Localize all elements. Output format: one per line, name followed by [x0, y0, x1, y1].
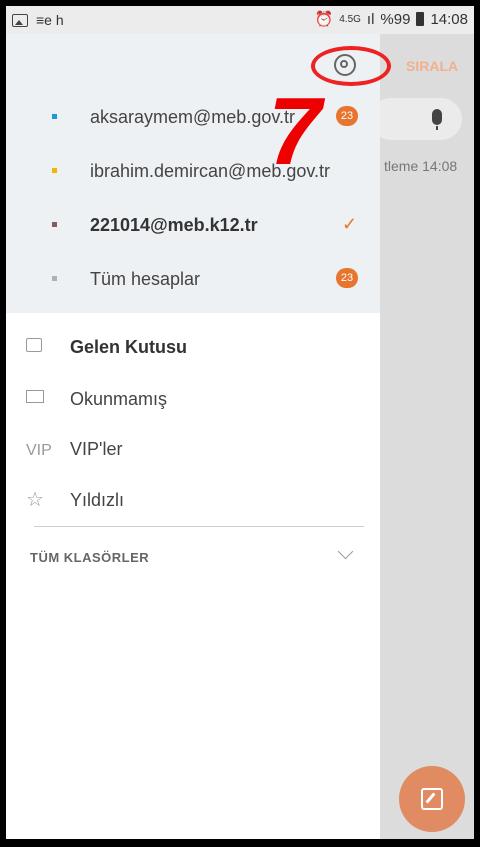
- accounts-section: 7 aksaraymem@meb.gov.tr 23 ibrahim.demir…: [6, 34, 391, 313]
- account-label: 221014@meb.k12.tr: [90, 215, 258, 235]
- folder-label: VIP'ler: [70, 439, 123, 459]
- signal-icon: ıl: [366, 10, 375, 28]
- background-mail-list: SIRALA tleme 14:08: [370, 34, 474, 839]
- unread-badge: 23: [336, 268, 358, 288]
- search-bar[interactable]: [370, 98, 462, 140]
- annotation-circle: [311, 46, 391, 86]
- chevron-down-icon[interactable]: [337, 543, 354, 560]
- inbox-icon: [26, 338, 42, 352]
- folder-label: Yıldızlı: [70, 490, 125, 510]
- folder-inbox[interactable]: Gelen Kutusu: [6, 326, 380, 370]
- all-folders-header[interactable]: TÜM KLASÖRLER: [30, 550, 149, 565]
- account-item-ibrahim[interactable]: ibrahim.demircan@meb.gov.tr: [6, 150, 380, 194]
- image-notification-icon: [12, 13, 28, 27]
- account-color-dot: [52, 168, 57, 173]
- account-label: aksaraymem@meb.gov.tr: [90, 107, 295, 127]
- unread-badge: 23: [336, 106, 358, 126]
- folder-label: Gelen Kutusu: [70, 337, 188, 357]
- account-item-all[interactable]: Tüm hesaplar 23: [6, 258, 380, 302]
- status-bar: ≡e h ⏰ 4.5G ıl %99 14:08: [6, 6, 474, 34]
- account-label: ibrahim.demircan@meb.gov.tr: [90, 161, 331, 181]
- battery-icon: [416, 12, 425, 26]
- folder-vip[interactable]: VIP VIP'ler: [6, 428, 380, 472]
- folder-unread[interactable]: Okunmamış: [6, 378, 380, 422]
- star-icon: ☆: [26, 489, 44, 511]
- phone-frame: ≡e h ⏰ 4.5G ıl %99 14:08 SIRALA tleme 14…: [0, 0, 480, 847]
- account-item-221014[interactable]: 221014@meb.k12.tr ✓: [6, 204, 380, 248]
- mail-icon: [26, 390, 44, 403]
- check-icon: ✓: [342, 214, 358, 234]
- compose-button[interactable]: [399, 766, 465, 832]
- microphone-icon[interactable]: [432, 109, 442, 130]
- battery-level: %99: [380, 10, 411, 28]
- sort-button[interactable]: SIRALA: [406, 58, 458, 74]
- alarm-icon: ⏰: [314, 11, 334, 28]
- account-color-dot: [52, 276, 57, 281]
- clock: 14:08: [430, 10, 468, 28]
- compose-icon: [421, 788, 443, 810]
- navigation-drawer: 7 aksaraymem@meb.gov.tr 23 ibrahim.demir…: [6, 34, 391, 839]
- account-label: Tüm hesaplar: [90, 269, 201, 289]
- network-label: 4.5G: [339, 13, 361, 25]
- folder-label: Okunmamış: [70, 389, 168, 409]
- divider: [34, 526, 364, 527]
- account-color-dot: [52, 114, 57, 119]
- account-item-aksaraymem[interactable]: aksaraymem@meb.gov.tr 23: [6, 96, 380, 140]
- status-left-text: ≡e h: [36, 12, 64, 28]
- last-update-text: tleme 14:08: [384, 158, 458, 174]
- folder-starred[interactable]: ☆ Yıldızlı: [6, 479, 380, 523]
- vip-icon: VIP: [26, 442, 52, 459]
- account-color-dot: [52, 222, 57, 227]
